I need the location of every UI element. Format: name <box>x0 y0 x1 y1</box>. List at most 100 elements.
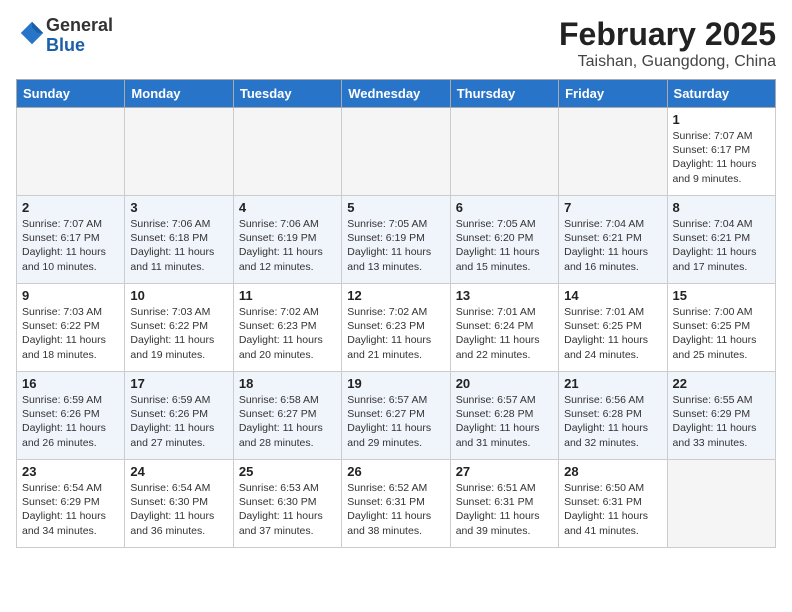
day-number: 21 <box>564 376 661 391</box>
logo-blue-text: Blue <box>46 35 85 55</box>
day-info: Sunrise: 7:06 AM Sunset: 6:19 PM Dayligh… <box>239 217 336 274</box>
weekday-header: Sunday <box>17 80 125 108</box>
calendar-cell <box>342 108 450 196</box>
calendar-cell <box>450 108 558 196</box>
calendar-cell: 23Sunrise: 6:54 AM Sunset: 6:29 PM Dayli… <box>17 460 125 548</box>
calendar-week-row: 2 Sunrise: 7:07 AM Sunset: 6:17 PM Daylig… <box>17 196 776 284</box>
calendar-cell: 27 Sunrise: 6:51 AM Sunset: 6:31 PM Dayli… <box>450 460 558 548</box>
calendar-week-row: 23Sunrise: 6:54 AM Sunset: 6:29 PM Dayli… <box>17 460 776 548</box>
weekday-header: Tuesday <box>233 80 341 108</box>
calendar-cell: 12Sunrise: 7:02 AM Sunset: 6:23 PM Dayli… <box>342 284 450 372</box>
day-number: 8 <box>673 200 770 215</box>
calendar-cell: 15 Sunrise: 7:00 AM Sunset: 6:25 PM Dayli… <box>667 284 775 372</box>
logo-general-text: General <box>46 15 113 35</box>
day-number: 1 <box>673 112 770 127</box>
page-header: General Blue February 2025 Taishan, Guan… <box>16 16 776 71</box>
weekday-header: Monday <box>125 80 233 108</box>
day-number: 4 <box>239 200 336 215</box>
title-block: February 2025 Taishan, Guangdong, China <box>559 16 776 71</box>
day-number: 10 <box>130 288 227 303</box>
day-number: 22 <box>673 376 770 391</box>
calendar-week-row: 9 Sunrise: 7:03 AM Sunset: 6:22 PM Daylig… <box>17 284 776 372</box>
day-info: Sunrise: 6:57 AM Sunset: 6:28 PM Dayligh… <box>456 393 553 450</box>
day-number: 9 <box>22 288 119 303</box>
day-info: Sunrise: 6:57 AM Sunset: 6:27 PM Dayligh… <box>347 393 444 450</box>
day-info: Sunrise: 7:04 AM Sunset: 6:21 PM Dayligh… <box>673 217 770 274</box>
day-number: 11 <box>239 288 336 303</box>
day-info: Sunrise: 6:59 AM Sunset: 6:26 PM Dayligh… <box>130 393 227 450</box>
calendar-cell: 13Sunrise: 7:01 AM Sunset: 6:24 PM Dayli… <box>450 284 558 372</box>
day-number: 16 <box>22 376 119 391</box>
day-number: 15 <box>673 288 770 303</box>
day-number: 17 <box>130 376 227 391</box>
day-info: Sunrise: 7:00 AM Sunset: 6:25 PM Dayligh… <box>673 305 770 362</box>
day-number: 20 <box>456 376 553 391</box>
day-number: 25 <box>239 464 336 479</box>
calendar-cell: 25Sunrise: 6:53 AM Sunset: 6:30 PM Dayli… <box>233 460 341 548</box>
calendar-cell: 4 Sunrise: 7:06 AM Sunset: 6:19 PM Daylig… <box>233 196 341 284</box>
day-number: 12 <box>347 288 444 303</box>
day-info: Sunrise: 6:50 AM Sunset: 6:31 PM Dayligh… <box>564 481 661 538</box>
calendar-cell: 5 Sunrise: 7:05 AM Sunset: 6:19 PM Daylig… <box>342 196 450 284</box>
day-info: Sunrise: 7:06 AM Sunset: 6:18 PM Dayligh… <box>130 217 227 274</box>
day-info: Sunrise: 6:55 AM Sunset: 6:29 PM Dayligh… <box>673 393 770 450</box>
day-info: Sunrise: 7:04 AM Sunset: 6:21 PM Dayligh… <box>564 217 661 274</box>
calendar-cell: 16 Sunrise: 6:59 AM Sunset: 6:26 PM Dayli… <box>17 372 125 460</box>
calendar-cell: 19Sunrise: 6:57 AM Sunset: 6:27 PM Dayli… <box>342 372 450 460</box>
calendar-cell: 7 Sunrise: 7:04 AM Sunset: 6:21 PM Daylig… <box>559 196 667 284</box>
calendar-cell: 10 Sunrise: 7:03 AM Sunset: 6:22 PM Dayli… <box>125 284 233 372</box>
calendar-cell: 20 Sunrise: 6:57 AM Sunset: 6:28 PM Dayli… <box>450 372 558 460</box>
calendar-cell: 26 Sunrise: 6:52 AM Sunset: 6:31 PM Dayli… <box>342 460 450 548</box>
day-info: Sunrise: 7:05 AM Sunset: 6:19 PM Dayligh… <box>347 217 444 274</box>
day-info: Sunrise: 7:07 AM Sunset: 6:17 PM Dayligh… <box>22 217 119 274</box>
day-info: Sunrise: 7:03 AM Sunset: 6:22 PM Dayligh… <box>130 305 227 362</box>
day-number: 5 <box>347 200 444 215</box>
day-info: Sunrise: 6:56 AM Sunset: 6:28 PM Dayligh… <box>564 393 661 450</box>
calendar-cell <box>17 108 125 196</box>
day-number: 26 <box>347 464 444 479</box>
calendar-cell: 2 Sunrise: 7:07 AM Sunset: 6:17 PM Daylig… <box>17 196 125 284</box>
logo-icon <box>18 19 46 47</box>
day-number: 13 <box>456 288 553 303</box>
day-info: Sunrise: 7:02 AM Sunset: 6:23 PM Dayligh… <box>239 305 336 362</box>
day-info: Sunrise: 7:07 AM Sunset: 6:17 PM Dayligh… <box>673 129 770 186</box>
calendar-cell: 3 Sunrise: 7:06 AM Sunset: 6:18 PM Daylig… <box>125 196 233 284</box>
calendar-cell: 18 Sunrise: 6:58 AM Sunset: 6:27 PM Dayli… <box>233 372 341 460</box>
logo: General Blue <box>16 16 113 56</box>
calendar-cell: 8 Sunrise: 7:04 AM Sunset: 6:21 PM Daylig… <box>667 196 775 284</box>
calendar-cell: 21 Sunrise: 6:56 AM Sunset: 6:28 PM Dayli… <box>559 372 667 460</box>
location-title: Taishan, Guangdong, China <box>559 53 776 71</box>
weekday-header: Wednesday <box>342 80 450 108</box>
day-number: 3 <box>130 200 227 215</box>
calendar-cell: 9 Sunrise: 7:03 AM Sunset: 6:22 PM Daylig… <box>17 284 125 372</box>
calendar-cell: 6Sunrise: 7:05 AM Sunset: 6:20 PM Daylig… <box>450 196 558 284</box>
day-info: Sunrise: 6:52 AM Sunset: 6:31 PM Dayligh… <box>347 481 444 538</box>
day-number: 27 <box>456 464 553 479</box>
day-number: 28 <box>564 464 661 479</box>
calendar-cell: 17 Sunrise: 6:59 AM Sunset: 6:26 PM Dayli… <box>125 372 233 460</box>
month-title: February 2025 <box>559 16 776 53</box>
day-number: 7 <box>564 200 661 215</box>
calendar-cell: 22 Sunrise: 6:55 AM Sunset: 6:29 PM Dayli… <box>667 372 775 460</box>
calendar-header: SundayMondayTuesdayWednesdayThursdayFrid… <box>17 80 776 108</box>
calendar-week-row: 16 Sunrise: 6:59 AM Sunset: 6:26 PM Dayli… <box>17 372 776 460</box>
day-number: 18 <box>239 376 336 391</box>
calendar-table: SundayMondayTuesdayWednesdayThursdayFrid… <box>16 79 776 548</box>
day-info: Sunrise: 6:58 AM Sunset: 6:27 PM Dayligh… <box>239 393 336 450</box>
calendar-cell <box>125 108 233 196</box>
day-info: Sunrise: 6:51 AM Sunset: 6:31 PM Dayligh… <box>456 481 553 538</box>
calendar-cell: 1 Sunrise: 7:07 AM Sunset: 6:17 PM Daylig… <box>667 108 775 196</box>
day-info: Sunrise: 6:54 AM Sunset: 6:29 PM Dayligh… <box>22 481 119 538</box>
calendar-cell: 14Sunrise: 7:01 AM Sunset: 6:25 PM Dayli… <box>559 284 667 372</box>
day-number: 2 <box>22 200 119 215</box>
day-info: Sunrise: 7:03 AM Sunset: 6:22 PM Dayligh… <box>22 305 119 362</box>
day-number: 24 <box>130 464 227 479</box>
calendar-cell <box>559 108 667 196</box>
day-info: Sunrise: 6:54 AM Sunset: 6:30 PM Dayligh… <box>130 481 227 538</box>
calendar-cell: 24 Sunrise: 6:54 AM Sunset: 6:30 PM Dayli… <box>125 460 233 548</box>
weekday-header: Saturday <box>667 80 775 108</box>
day-info: Sunrise: 6:59 AM Sunset: 6:26 PM Dayligh… <box>22 393 119 450</box>
calendar-week-row: 1 Sunrise: 7:07 AM Sunset: 6:17 PM Daylig… <box>17 108 776 196</box>
calendar-cell <box>233 108 341 196</box>
calendar-cell <box>667 460 775 548</box>
